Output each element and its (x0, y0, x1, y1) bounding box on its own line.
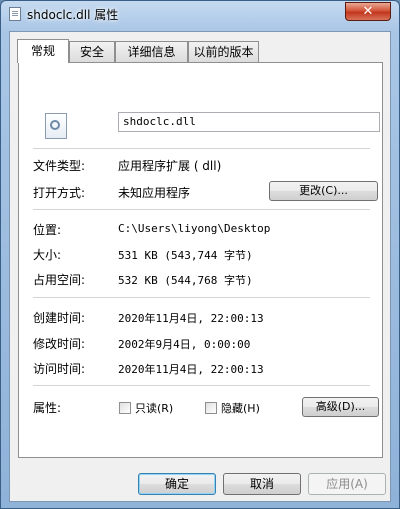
cancel-button[interactable]: 取消 (223, 473, 301, 495)
hidden-checkbox[interactable] (205, 402, 217, 414)
disk-size-value: 532 KB (544,768 字节) (118, 274, 253, 287)
opens-with-value: 未知应用程序 (118, 186, 191, 200)
hidden-label[interactable]: 隐藏(H) (221, 400, 260, 416)
file-type-value: 应用程序扩展 ( dll) (118, 159, 222, 173)
dialog-client: 常规 安全 详细信息 以前的版本 shdoclc.dll 文件类型: 应用程序扩… (9, 31, 391, 502)
ok-button[interactable]: 确定 (138, 473, 216, 495)
disk-size-label: 占用空间: (33, 273, 86, 287)
readonly-label[interactable]: 只读(R) (135, 400, 173, 416)
advanced-button[interactable]: 高级(D)... (302, 397, 379, 417)
window-frame: shdoclc.dll 属性 ✕ 常规 安全 详细信息 以前的版本 shdocl… (0, 0, 400, 509)
separator (33, 297, 370, 298)
size-value: 531 KB (543,744 字节) (118, 249, 253, 262)
location-value: C:\Users\liyong\Desktop (118, 222, 271, 235)
general-panel: shdoclc.dll 文件类型: 应用程序扩展 ( dll) 打开方式: 未知… (18, 62, 383, 458)
accessed-label: 访问时间: (33, 362, 86, 376)
file-type-label: 文件类型: (33, 159, 86, 173)
modified-label: 修改时间: (33, 337, 86, 351)
file-name-input[interactable]: shdoclc.dll (118, 112, 380, 132)
modified-value: 2002年9月4日, 0:00:00 (118, 338, 251, 351)
accessed-value: 2020年11月4日, 22:00:13 (118, 363, 264, 376)
change-button[interactable]: 更改(C)... (269, 181, 378, 201)
apply-button[interactable]: 应用(A) (308, 473, 386, 495)
separator (33, 385, 370, 386)
created-label: 创建时间: (33, 311, 86, 325)
size-label: 大小: (33, 248, 62, 262)
readonly-checkbox[interactable] (119, 402, 131, 414)
file-icon (9, 7, 21, 21)
dll-file-icon (45, 113, 67, 139)
tab-general[interactable]: 常规 (17, 39, 69, 63)
tab-previous-versions[interactable]: 以前的版本 (188, 41, 259, 62)
close-button[interactable]: ✕ (345, 2, 391, 21)
separator (33, 209, 370, 210)
tab-details[interactable]: 详细信息 (115, 41, 188, 62)
tab-security[interactable]: 安全 (69, 41, 115, 62)
created-value: 2020年11月4日, 22:00:13 (118, 312, 264, 325)
location-label: 位置: (33, 223, 62, 237)
title-bar[interactable]: shdoclc.dll 属性 ✕ (1, 1, 399, 27)
window-title: shdoclc.dll 属性 (27, 8, 119, 22)
attributes-label: 属性: (33, 401, 62, 415)
opens-with-label: 打开方式: (33, 186, 86, 200)
separator (33, 148, 370, 149)
